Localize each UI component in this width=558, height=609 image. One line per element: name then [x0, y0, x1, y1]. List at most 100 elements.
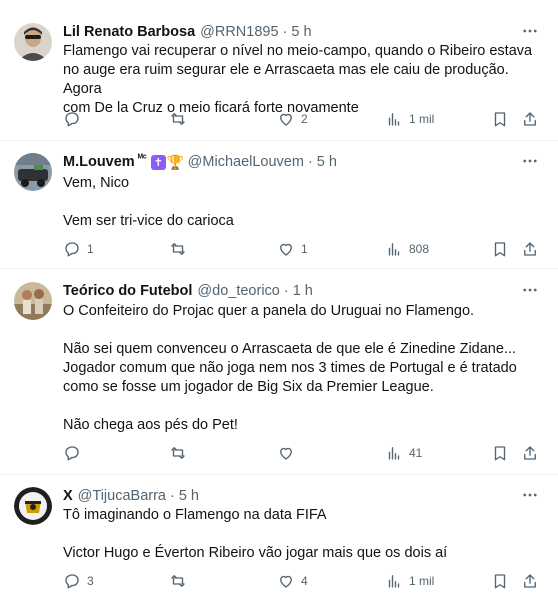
avatar[interactable] — [14, 282, 52, 320]
tweet-line: Tô imaginando o Flamengo na data FIFA — [63, 507, 327, 523]
avatar[interactable] — [14, 487, 52, 525]
tweet-text: O Confeiteiro do Projac quer a panela do… — [63, 302, 543, 435]
reply-count: 3 — [87, 574, 94, 588]
tweet-line: Victor Hugo e Éverton Ribeiro vão jogar … — [63, 545, 448, 561]
avatar-image — [14, 282, 52, 320]
bookmark-button[interactable] — [491, 442, 509, 464]
share-button[interactable] — [521, 238, 539, 260]
timestamp[interactable]: 5 h — [179, 488, 199, 504]
reply-button[interactable] — [63, 108, 87, 130]
avatar[interactable] — [14, 153, 52, 191]
tweet-text: Flamengo vai recuperar o nível no meio-c… — [63, 42, 543, 118]
action-bar: 3 4 1 mil — [57, 570, 547, 592]
retweet-icon — [171, 113, 185, 125]
display-name[interactable]: Lil Renato Barbosa — [63, 24, 195, 40]
more-dots-icon[interactable] — [520, 485, 540, 505]
display-name[interactable]: Teórico do Futebol — [63, 283, 192, 299]
share-icon — [524, 112, 536, 126]
bookmark-icon — [494, 446, 506, 461]
reply-icon — [65, 574, 79, 589]
tweet-text: Vem, Nico Vem ser tri-vice do carioca — [63, 174, 543, 231]
avatar[interactable] — [14, 23, 52, 61]
like-count: 4 — [301, 574, 308, 588]
retweet-button[interactable] — [169, 108, 193, 130]
share-icon — [524, 574, 536, 588]
more-dots-icon[interactable] — [520, 21, 540, 41]
timestamp[interactable]: 5 h — [291, 24, 311, 40]
share-button[interactable] — [521, 442, 539, 464]
view-count: 808 — [409, 242, 430, 256]
tweet-1[interactable]: Lil Renato Barbosa @RRN1895 · 5 h Flamen… — [0, 0, 558, 141]
timestamp[interactable]: 5 h — [317, 154, 337, 170]
action-bar: 2 1 mil — [57, 108, 547, 130]
tweet-line: O Confeiteiro do Projac quer a panela do… — [63, 303, 475, 319]
share-button[interactable] — [521, 570, 539, 592]
views-button[interactable]: 1 mil — [385, 108, 434, 130]
reply-icon — [65, 242, 79, 257]
user-handle[interactable]: @MichaelLouvem — [188, 154, 304, 170]
user-handle[interactable]: @do_teorico — [197, 283, 279, 299]
separator-dot: · — [307, 154, 313, 170]
reply-button[interactable]: 3 — [63, 570, 94, 592]
heart-icon — [280, 113, 292, 126]
reply-icon — [65, 446, 79, 461]
reply-count: 1 — [87, 242, 94, 256]
share-icon — [524, 446, 536, 460]
like-button[interactable]: 1 — [277, 238, 308, 260]
bookmark-button[interactable] — [491, 238, 509, 260]
tweet-line: Jogador comum que não joga nem nos 3 tim… — [63, 360, 517, 376]
views-button[interactable]: 808 — [385, 238, 429, 260]
views-button[interactable]: 41 — [385, 442, 422, 464]
tweet-line: Não sei quem convenceu o Arrascaeta de q… — [63, 341, 517, 357]
trophy-icon: 🏆 — [166, 153, 184, 170]
tweet-4[interactable]: X @TijucaBarra · 5 h Tô imaginando o Fla… — [0, 475, 558, 609]
display-name[interactable]: X — [63, 488, 73, 504]
share-icon — [524, 242, 536, 256]
views-bar-chart-icon — [388, 113, 400, 126]
views-button[interactable]: 1 mil — [385, 570, 434, 592]
avatar-image — [14, 487, 52, 525]
like-button[interactable]: 2 — [277, 108, 308, 130]
tweet-line: como se fosse um jogador de Big Six da P… — [63, 379, 434, 395]
action-bar: 1 1 808 — [57, 238, 547, 260]
tweet-3[interactable]: Teórico do Futebol @do_teorico · 1 h O C… — [0, 269, 558, 475]
retweet-button[interactable] — [169, 238, 193, 260]
more-dots-icon[interactable] — [520, 280, 540, 300]
like-count: 2 — [301, 112, 308, 126]
timestamp[interactable]: 1 h — [293, 283, 313, 299]
like-button[interactable] — [277, 442, 301, 464]
views-bar-chart-icon — [388, 243, 400, 256]
bookmark-button[interactable] — [491, 108, 509, 130]
bookmark-button[interactable] — [491, 570, 509, 592]
reply-button[interactable] — [63, 442, 87, 464]
tweet-line: Flamengo vai recuperar o nível no meio-c… — [63, 43, 533, 59]
user-handle[interactable]: @TijucaBarra — [78, 488, 166, 504]
bookmark-icon — [494, 112, 506, 127]
tweet-2[interactable]: M.Louvem ᴹᶜ ✝ 🏆 @MichaelLouvem · 5 h Vem… — [0, 141, 558, 269]
retweet-icon — [171, 243, 185, 255]
separator-dot: · — [282, 24, 288, 40]
views-bar-chart-icon — [388, 447, 400, 460]
view-count: 1 mil — [409, 112, 435, 126]
more-dots-icon[interactable] — [520, 151, 540, 171]
display-name[interactable]: M.Louvem — [63, 154, 135, 170]
views-bar-chart-icon — [388, 575, 400, 588]
reply-button[interactable]: 1 — [63, 238, 94, 260]
bookmark-icon — [494, 574, 506, 589]
reply-feed: Lil Renato Barbosa @RRN1895 · 5 h Flamen… — [0, 0, 558, 609]
heart-icon — [280, 447, 292, 460]
tweet-line: Não chega aos pés do Pet! — [63, 417, 238, 433]
separator-dot: · — [283, 283, 289, 299]
tweet-text: Tô imaginando o Flamengo na data FIFA Vi… — [63, 506, 543, 563]
share-button[interactable] — [521, 108, 539, 130]
user-handle[interactable]: @RRN1895 — [200, 24, 278, 40]
retweet-button[interactable] — [169, 442, 193, 464]
view-count: 41 — [409, 446, 423, 460]
like-button[interactable]: 4 — [277, 570, 308, 592]
tweet-line: Vem ser tri-vice do carioca — [63, 213, 234, 229]
reply-icon — [65, 112, 79, 127]
retweet-button[interactable] — [169, 570, 193, 592]
